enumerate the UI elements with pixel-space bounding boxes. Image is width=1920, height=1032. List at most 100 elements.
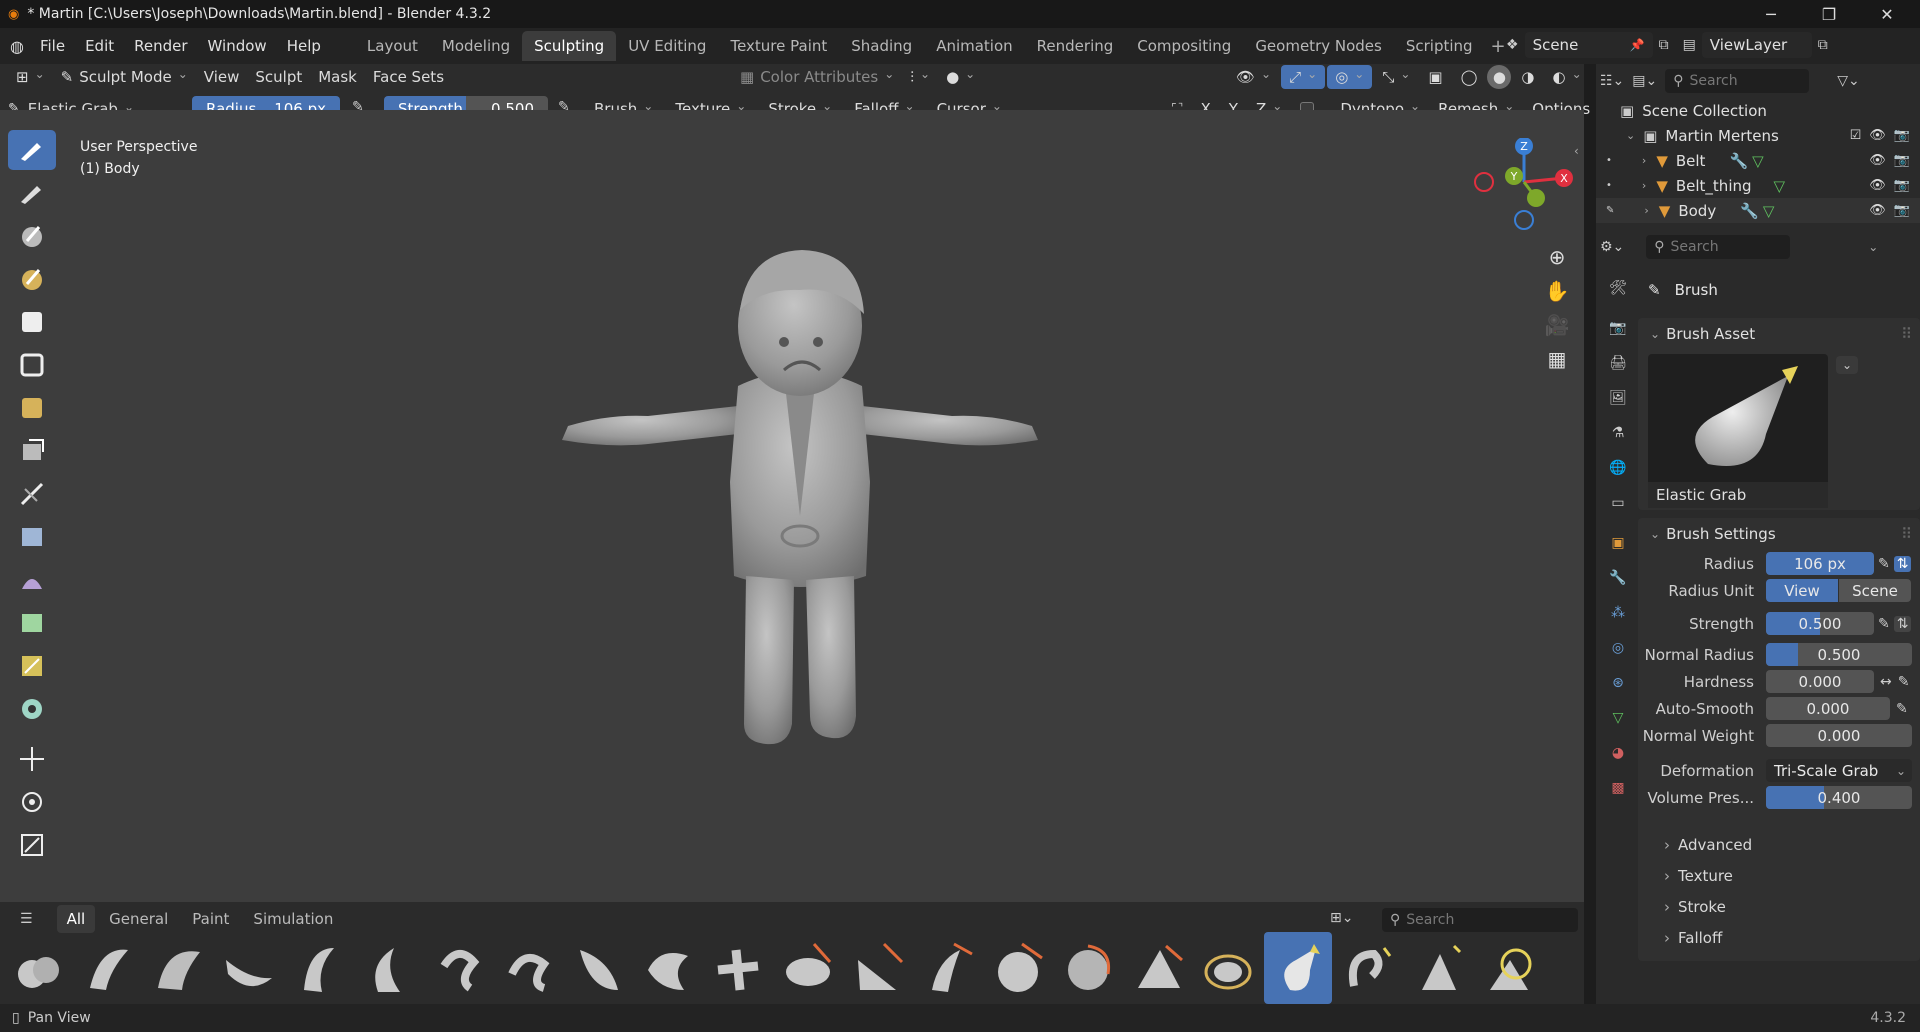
brush-blob-icon[interactable] (4, 932, 72, 1004)
properties-search-input[interactable]: ⚲ Search (1646, 235, 1791, 259)
brush-crease-icon[interactable] (284, 932, 352, 1004)
tab-animation[interactable]: Animation (924, 31, 1024, 61)
face-set-box-tool-icon[interactable] (8, 388, 56, 428)
brush-flatten-icon[interactable] (844, 932, 912, 1004)
outliner-display-mode-icon[interactable]: ▤⌄ (1632, 73, 1657, 89)
visibility-icon[interactable]: 👁 (1228, 63, 1279, 91)
xray-toggle-icon[interactable]: ⤡ (1374, 63, 1418, 91)
brush-snake-hook-icon[interactable] (424, 932, 492, 1004)
menu-file[interactable]: File (30, 32, 75, 60)
shelf-search-input[interactable]: ⚲ Search (1382, 908, 1578, 932)
hardness-pressure-icon[interactable]: ✎ (1898, 674, 1910, 690)
collection-checkbox-icon[interactable]: ☑ (1850, 128, 1862, 143)
material-tab-icon[interactable]: ◕ (1602, 737, 1634, 769)
visibility-eye-icon[interactable]: 👁 (1869, 203, 1886, 218)
radius-pressure-icon[interactable]: ✎ (1878, 556, 1890, 572)
render-camera-icon[interactable]: 📷 (1894, 128, 1910, 143)
normal-weight-field[interactable]: 0.000 (1766, 724, 1912, 747)
color-attributes-dropdown[interactable]: ▦ Color Attributes (732, 63, 902, 91)
brush-asset-preview[interactable]: Elastic Grab (1648, 354, 1828, 508)
shelf-display-icon[interactable]: ⊞⌄ (1330, 910, 1353, 926)
world-tab-icon[interactable]: 🌐 (1602, 452, 1634, 484)
outliner-scene-collection[interactable]: ▣ Scene Collection (1596, 98, 1920, 123)
texture-subpanel[interactable]: › Texture (1664, 860, 1920, 891)
view-layer-selector-icon[interactable]: ▤ (1683, 37, 1696, 53)
scene-field[interactable]: Scene 📌 (1524, 32, 1653, 58)
shelf-tab-all[interactable]: All (56, 905, 96, 933)
tab-scripting[interactable]: Scripting (1394, 31, 1485, 61)
trim-box-tool-icon[interactable] (8, 431, 56, 471)
strength-pressure-icon[interactable]: ✎ (1878, 616, 1890, 632)
particles-tab-icon[interactable]: ⁂ (1602, 597, 1634, 629)
material-shading-icon[interactable]: ◑ (1513, 63, 1542, 91)
shelf-tab-simulation[interactable]: Simulation (243, 905, 343, 933)
menu-edit[interactable]: Edit (75, 32, 124, 60)
brush-clay-icon[interactable] (144, 932, 212, 1004)
texture-tab-icon[interactable]: ▩ (1602, 772, 1634, 804)
minimize-button[interactable]: ─ (1742, 0, 1800, 28)
outliner-editor-type-icon[interactable]: ☷⌄ (1600, 73, 1624, 89)
radius-unit-view-button[interactable]: View (1766, 579, 1838, 602)
constraints-tab-icon[interactable]: ⊛ (1602, 667, 1634, 699)
visibility-eye-icon[interactable]: 👁 (1869, 128, 1886, 143)
outliner-collection-row[interactable]: ⌄ ▣ Martin Mertens ☑ 👁 📷 (1596, 123, 1920, 148)
tab-texture-paint[interactable]: Texture Paint (718, 31, 839, 61)
new-view-layer-icon[interactable]: ⧉ (1818, 37, 1828, 53)
menu-help[interactable]: Help (277, 32, 331, 60)
tab-rendering[interactable]: Rendering (1025, 31, 1126, 61)
blender-menu-icon[interactable]: ◍ (10, 37, 24, 56)
physics-tab-icon[interactable]: ◎ (1602, 632, 1634, 664)
brush-elastic-grab-icon[interactable] (1264, 932, 1332, 1004)
brush-draw-icon[interactable] (74, 932, 142, 1004)
outliner-filter-icon[interactable]: ▽⌄ (1837, 73, 1860, 89)
tab-sculpting[interactable]: Sculpting (522, 31, 617, 61)
pan-hand-icon[interactable]: ✋ (1540, 274, 1574, 308)
render-camera-icon[interactable]: 📷 (1894, 153, 1910, 168)
menu-render[interactable]: Render (124, 32, 197, 60)
object-tab-icon[interactable]: ▣ (1602, 527, 1634, 559)
ortho-grid-icon[interactable]: ▦ (1540, 342, 1574, 376)
maximize-button[interactable]: ❐ (1800, 0, 1858, 28)
brush-pose-icon[interactable] (1194, 932, 1262, 1004)
solid-shading-icon[interactable]: ● (1487, 65, 1512, 89)
rendered-shading-icon[interactable]: ◐ (1545, 63, 1590, 91)
shelf-menu-icon[interactable]: ☰ (20, 911, 33, 927)
visibility-eye-icon[interactable]: 👁 (1869, 178, 1886, 193)
smooth-brush-tool-icon[interactable] (8, 173, 56, 213)
tab-geometry-nodes[interactable]: Geometry Nodes (1243, 31, 1394, 61)
edit-face-set-tool-icon[interactable] (8, 646, 56, 686)
mesh-filter-tool-icon[interactable] (8, 517, 56, 557)
editor-type-icon[interactable]: ⊞ (8, 63, 53, 91)
symmetry-icon[interactable]: ⫶ (902, 63, 938, 91)
output-tab-icon[interactable]: 🖨 (1602, 347, 1634, 379)
outliner-search-input[interactable]: ⚲ Search (1665, 69, 1810, 93)
hardness-field[interactable]: 0.000 (1766, 670, 1874, 693)
navigation-gizmo[interactable]: Z X Y (1470, 138, 1578, 238)
brush-fill-icon[interactable] (914, 932, 982, 1004)
hide-box-tool-icon[interactable] (8, 345, 56, 385)
brush-settings-panel-header[interactable]: ⌄ Brush Settings ⠿ (1638, 518, 1920, 550)
scene-tab-icon[interactable]: ⚗ (1602, 417, 1634, 449)
overlay-toggle-icon[interactable]: ◎ (1327, 65, 1373, 89)
menu-window[interactable]: Window (198, 32, 277, 60)
scale-tool-icon[interactable] (8, 825, 56, 865)
hardness-invert-icon[interactable]: ↔ (1880, 674, 1892, 690)
character-mesh[interactable] (548, 246, 1052, 806)
sidebar-toggle-icon[interactable]: ‹ (1574, 144, 1579, 158)
brush-clay-strips-icon[interactable] (214, 932, 282, 1004)
advanced-subpanel[interactable]: › Advanced (1664, 829, 1920, 860)
modifiers-tab-icon[interactable]: 🔧 (1602, 562, 1634, 594)
grab-tool-icon[interactable] (8, 216, 56, 256)
view-layer-field[interactable]: ViewLayer (1701, 32, 1812, 58)
draw-brush-tool-icon[interactable] (8, 130, 56, 170)
render-camera-icon[interactable]: 📷 (1894, 203, 1910, 218)
paint-tool-icon[interactable] (8, 259, 56, 299)
tab-modeling[interactable]: Modeling (430, 31, 522, 61)
render-camera-icon[interactable]: 📷 (1894, 178, 1910, 193)
brush-asset-dropdown-icon[interactable]: ⌄ (1836, 356, 1859, 374)
xray-icon[interactable]: ▣ (1420, 63, 1450, 91)
volume-preservation-field[interactable]: 0.400 (1766, 786, 1912, 809)
radius-unit-scene-button[interactable]: Scene (1839, 579, 1911, 602)
shelf-tab-paint[interactable]: Paint (182, 905, 239, 933)
rotate-tool-icon[interactable] (8, 782, 56, 822)
